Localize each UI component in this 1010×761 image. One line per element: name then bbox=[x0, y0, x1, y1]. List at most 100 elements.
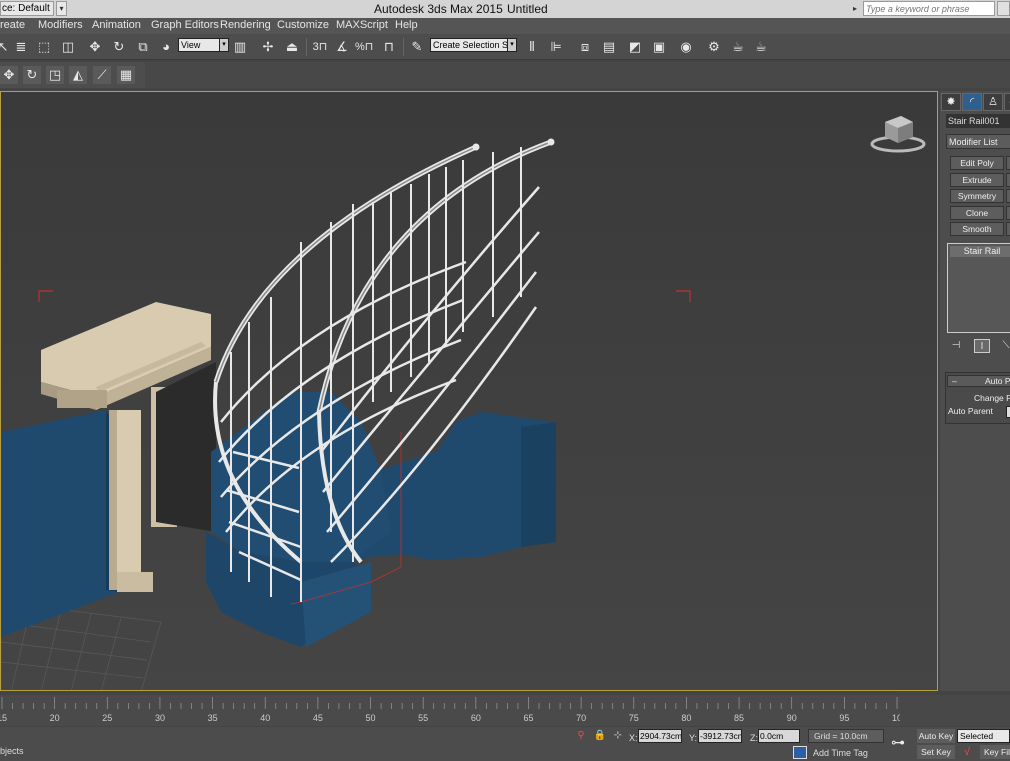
selected-dropdown[interactable]: Selected bbox=[957, 729, 1010, 743]
rendered-frame-icon[interactable]: ☕ bbox=[729, 38, 747, 56]
spinner-snap-icon[interactable]: ⊓ bbox=[380, 38, 398, 56]
move-icon[interactable]: ✥ bbox=[86, 38, 104, 56]
edit-poly-button[interactable]: Edit Poly bbox=[950, 156, 1004, 170]
snap-label: 3 bbox=[312, 41, 319, 53]
rotate-gizmo-icon[interactable]: ↻ bbox=[23, 66, 41, 84]
isolate-selection-icon[interactable]: ⚲ bbox=[574, 729, 588, 743]
menu-maxscript[interactable]: MAXScript bbox=[336, 19, 388, 31]
workspace-arrow-icon[interactable]: ▾ bbox=[56, 1, 67, 16]
named-selection-dropdown[interactable]: Create Selection Se bbox=[430, 38, 508, 52]
y-coordinate-field[interactable]: -3912.73cm bbox=[698, 729, 742, 743]
stack-item-stair-rail[interactable]: Stair Rail bbox=[950, 246, 1010, 257]
checker-icon[interactable]: ▦ bbox=[117, 66, 135, 84]
pin-stack-icon[interactable]: ⊣ bbox=[948, 339, 964, 353]
rotate-icon[interactable]: ↻ bbox=[110, 38, 128, 56]
add-time-tag-icon[interactable] bbox=[793, 746, 807, 759]
secondary-toolbar: ✥ ↻ ◳ ◭ ⟋ ▦ bbox=[0, 62, 145, 88]
menu-create[interactable]: reate bbox=[0, 19, 25, 31]
menu-help[interactable]: Help bbox=[395, 19, 418, 31]
scale-gizmo-icon[interactable]: ◳ bbox=[46, 66, 64, 84]
selection-lock-icon[interactable]: 🔒 bbox=[593, 729, 607, 743]
modifier-list-dropdown[interactable]: Modifier List bbox=[946, 134, 1010, 149]
window-crossing-icon[interactable]: ◫ bbox=[59, 38, 77, 56]
set-key-mode-icon[interactable]: ⊶ bbox=[891, 734, 905, 751]
ribbon-icon[interactable]: ▤ bbox=[600, 38, 618, 56]
named-selection-arrow-icon[interactable]: ▾ bbox=[507, 38, 517, 52]
change-parent-button[interactable]: Change P bbox=[974, 393, 1010, 403]
mirror-icon[interactable]: ⫴ bbox=[523, 38, 541, 56]
perspective-viewport[interactable] bbox=[0, 91, 938, 691]
modify-tab-icon[interactable]: ◜ bbox=[962, 93, 982, 111]
symmetry-button[interactable]: Symmetry bbox=[950, 189, 1004, 203]
hierarchy-tab-icon[interactable]: ♙ bbox=[983, 93, 1003, 111]
extrude-button[interactable]: Extrude bbox=[950, 173, 1004, 187]
schematic-view-icon[interactable]: ▣ bbox=[650, 38, 668, 56]
ruler-icon[interactable]: ◭ bbox=[69, 66, 87, 84]
frame-label: 80 bbox=[681, 713, 692, 723]
percent-snap-icon[interactable]: %⊓ bbox=[355, 38, 373, 56]
search-button[interactable] bbox=[997, 1, 1010, 16]
keyboard-shortcut-icon[interactable]: ⏏ bbox=[283, 38, 301, 56]
track-bar-ticks bbox=[1, 697, 898, 709]
render-production-icon[interactable]: ☕ bbox=[752, 38, 770, 56]
track-bar[interactable]: 1520253035404550556065707580859095100 bbox=[0, 695, 938, 726]
auto-key-button[interactable]: Auto Key bbox=[917, 729, 955, 743]
add-time-tag-label[interactable]: Add Time Tag bbox=[813, 748, 868, 758]
select-object-icon[interactable]: ↖ bbox=[0, 38, 12, 56]
set-key-button[interactable]: Set Key bbox=[917, 745, 955, 759]
reference-coordinate-dropdown[interactable]: View bbox=[178, 38, 220, 52]
key-filter-icon[interactable]: √ bbox=[958, 745, 976, 759]
render-setup-icon[interactable]: ⚙ bbox=[705, 38, 723, 56]
edit-named-selection-icon[interactable]: ✎ bbox=[408, 38, 426, 56]
search-input[interactable] bbox=[863, 1, 995, 16]
frame-label: 85 bbox=[734, 713, 745, 723]
motion-tab-icon[interactable]: ◉ bbox=[1004, 93, 1010, 111]
clone-button[interactable]: Clone bbox=[950, 206, 1004, 220]
modifier-button-right[interactable] bbox=[1006, 189, 1010, 203]
search-expand-icon[interactable]: ▸ bbox=[853, 1, 863, 16]
place-icon[interactable]: ◕ bbox=[157, 38, 175, 56]
select-manipulate-icon[interactable]: ✢ bbox=[259, 38, 277, 56]
layer-manager-icon[interactable]: ⧈ bbox=[576, 38, 594, 56]
modifier-button-right[interactable] bbox=[1006, 222, 1010, 236]
toolbar-empty-area bbox=[145, 62, 1010, 88]
rect-selection-icon[interactable]: ⬚ bbox=[35, 38, 53, 56]
x-coordinate-field[interactable]: 2904.73cm bbox=[638, 729, 682, 743]
create-tab-icon[interactable]: ✸ bbox=[941, 93, 961, 111]
angle-snap-icon[interactable]: ∡ bbox=[333, 38, 351, 56]
modifier-button-right[interactable] bbox=[1006, 206, 1010, 220]
snaps-toggle-icon[interactable]: 3⊓ bbox=[311, 38, 329, 56]
workspace-dropdown[interactable]: ce: Default bbox=[0, 1, 54, 16]
object-name-field[interactable]: Stair Rail001 bbox=[946, 114, 1010, 128]
make-unique-icon[interactable]: ⟍ bbox=[998, 339, 1010, 353]
align-icon[interactable]: ⊫ bbox=[547, 38, 565, 56]
key-filters-button[interactable]: Key Filters... bbox=[980, 745, 1010, 759]
rollout-header[interactable]: – Auto Pa bbox=[947, 375, 1010, 387]
select-by-name-icon[interactable]: ≣ bbox=[12, 38, 30, 56]
auto-parent-checkbox[interactable] bbox=[1006, 406, 1010, 418]
show-end-result-icon[interactable]: Ⅰ bbox=[974, 339, 990, 353]
material-editor-icon[interactable]: ◉ bbox=[677, 38, 695, 56]
transform-mode-icon[interactable]: ⊹ bbox=[611, 729, 625, 743]
reference-coordinate-arrow-icon[interactable]: ▾ bbox=[219, 38, 229, 52]
curve-editor-icon[interactable]: ◩ bbox=[626, 38, 644, 56]
menu-graph-editors[interactable]: Graph Editors bbox=[151, 19, 219, 31]
modifier-button-right[interactable] bbox=[1006, 156, 1010, 170]
move-gizmo-icon[interactable]: ✥ bbox=[0, 66, 18, 84]
rollout-title: Auto Pa bbox=[985, 376, 1010, 386]
frame-label: 20 bbox=[49, 713, 60, 723]
z-coordinate-field[interactable]: 0.0cm bbox=[758, 729, 800, 743]
modifier-button-right[interactable] bbox=[1006, 173, 1010, 187]
menu-rendering[interactable]: Rendering bbox=[220, 19, 271, 31]
rollout-collapse-icon: – bbox=[952, 376, 957, 386]
scale-icon[interactable]: ⧉ bbox=[134, 38, 152, 56]
menu-customize[interactable]: Customize bbox=[277, 19, 329, 31]
frame-label: 75 bbox=[628, 713, 639, 723]
brush-icon[interactable]: ⟋ bbox=[93, 66, 111, 84]
smooth-button[interactable]: Smooth bbox=[950, 222, 1004, 236]
pivot-center-icon[interactable]: ▥ bbox=[231, 38, 249, 56]
modifier-stack[interactable]: Stair Rail bbox=[947, 243, 1010, 333]
frame-label: 50 bbox=[365, 713, 376, 723]
menu-animation[interactable]: Animation bbox=[92, 19, 141, 31]
menu-modifiers[interactable]: Modifiers bbox=[38, 19, 83, 31]
